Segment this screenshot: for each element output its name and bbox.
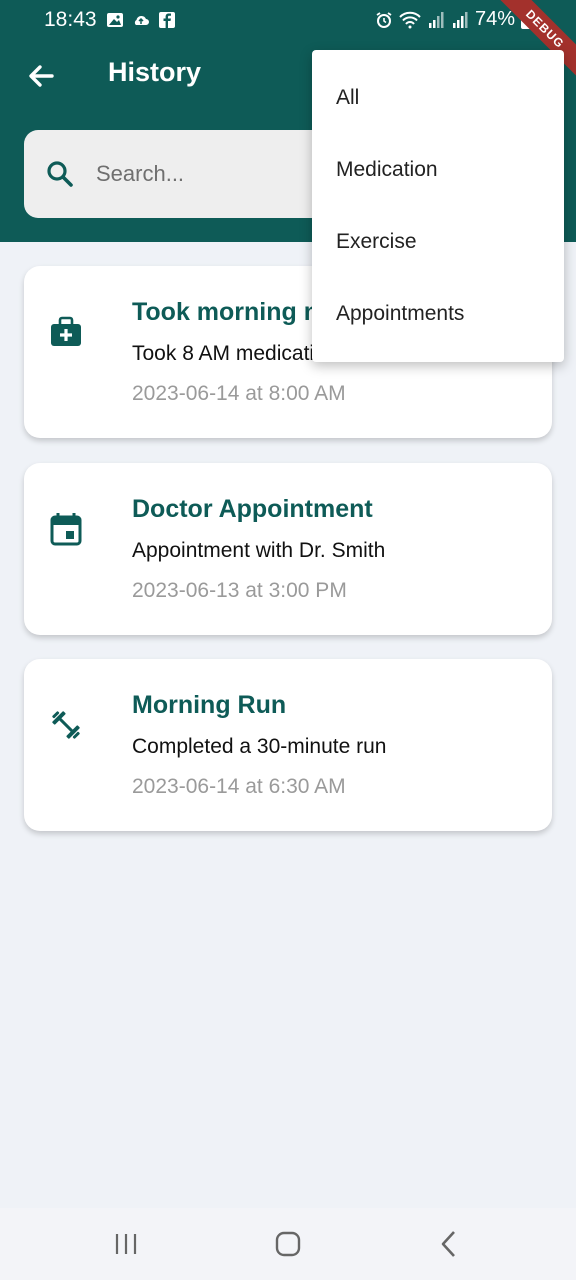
alarm-icon	[376, 11, 392, 28]
back-arrow-icon[interactable]	[24, 58, 60, 94]
card-description: Took 8 AM medication	[132, 342, 338, 365]
dumbbell-icon	[52, 711, 80, 739]
card-title: Doctor Appointment	[132, 495, 373, 523]
menu-item-all[interactable]: All	[312, 62, 564, 134]
back-nav-icon[interactable]	[432, 1226, 468, 1262]
medical-bag-icon	[51, 316, 81, 346]
status-right: 74%	[375, 8, 532, 31]
history-card[interactable]: Doctor Appointment Appointment with Dr. …	[24, 463, 552, 635]
notification-icons	[106, 11, 176, 29]
card-date: 2023-06-13 at 3:00 PM	[132, 579, 347, 602]
signal-icon-2	[452, 11, 468, 28]
status-time: 18:43	[44, 8, 97, 31]
home-icon[interactable]	[270, 1226, 306, 1262]
history-card[interactable]: Morning Run Completed a 30-minute run 20…	[24, 659, 552, 831]
wifi-icon	[399, 11, 421, 28]
gallery-icon	[107, 13, 123, 27]
page-title: History	[108, 57, 202, 87]
cloud-upload-icon	[134, 15, 149, 25]
signal-icon	[428, 11, 444, 28]
battery-percentage: 74%	[474, 8, 515, 30]
card-title: Morning Run	[132, 691, 287, 719]
recent-apps-icon[interactable]	[108, 1226, 144, 1262]
card-description: Appointment with Dr. Smith	[132, 539, 386, 562]
card-date: 2023-06-14 at 6:30 AM	[132, 775, 346, 798]
system-nav-bar	[0, 1208, 576, 1280]
card-date: 2023-06-14 at 8:00 AM	[132, 382, 346, 405]
menu-item-appointments[interactable]: Appointments	[312, 278, 564, 350]
search-icon	[47, 161, 73, 187]
menu-item-exercise[interactable]: Exercise	[312, 206, 564, 278]
card-description: Completed a 30-minute run	[132, 735, 387, 758]
filter-menu: All Medication Exercise Appointments	[312, 50, 564, 362]
facebook-icon	[159, 12, 175, 28]
calendar-icon	[50, 513, 82, 546]
menu-item-medication[interactable]: Medication	[312, 134, 564, 206]
history-screen: 18:43 74% History DEBUG	[0, 0, 576, 1280]
status-bar: 18:43 74%	[0, 0, 576, 40]
